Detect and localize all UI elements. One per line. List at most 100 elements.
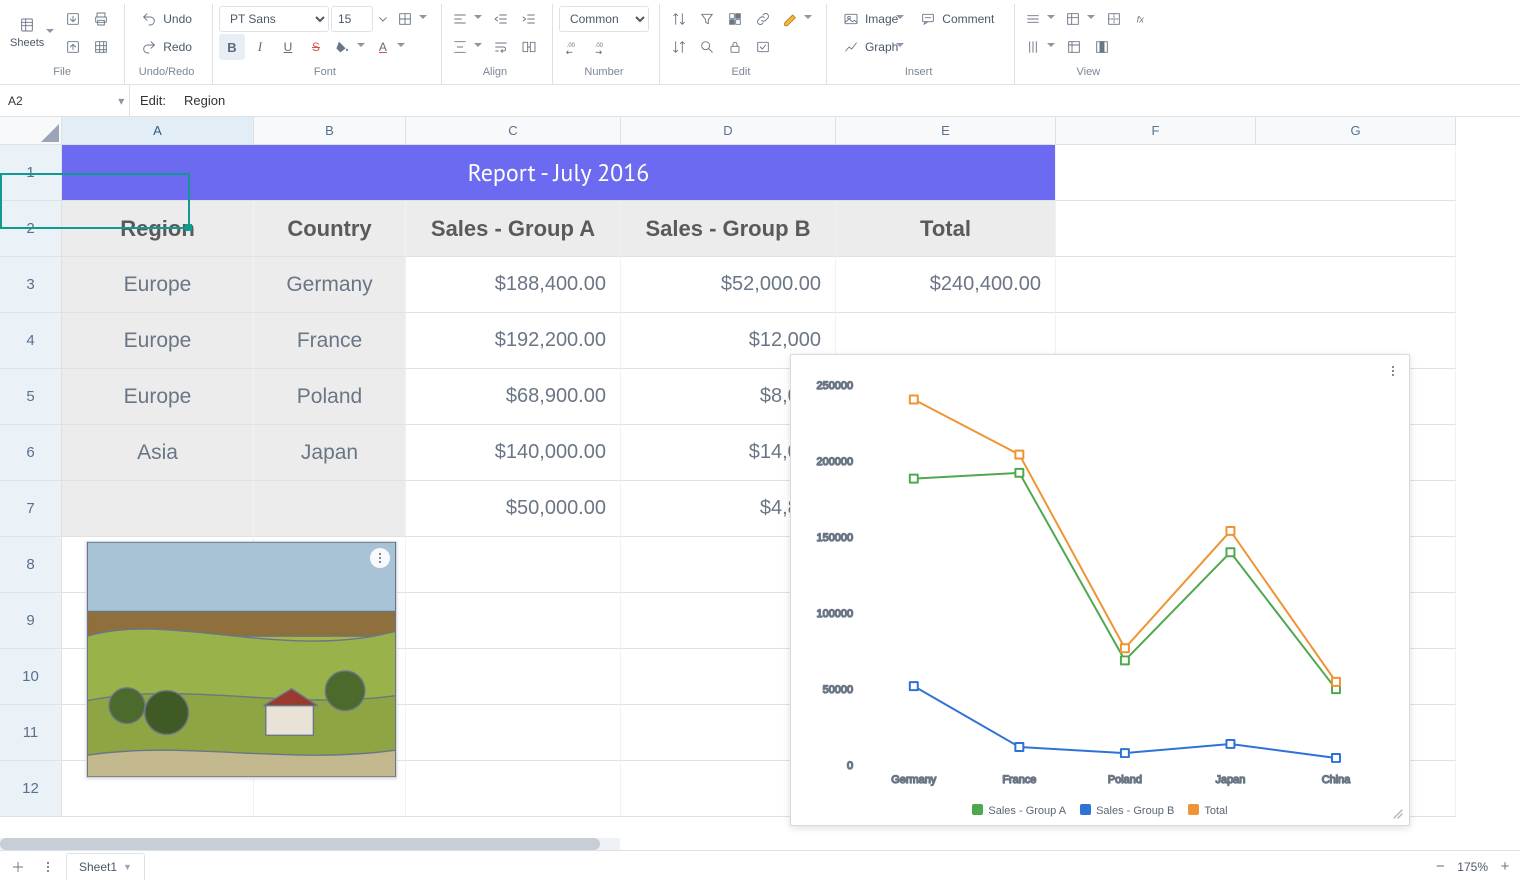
fill-color-button[interactable]	[331, 34, 369, 60]
col-header-G[interactable]: G	[1256, 117, 1456, 145]
zoom-out-button[interactable]: −	[1431, 858, 1449, 876]
cell[interactable]: France	[254, 313, 406, 369]
cell[interactable]: Japan	[254, 425, 406, 481]
insert-comment-button[interactable]: Comment	[910, 6, 1004, 32]
col-header-D[interactable]: D	[621, 117, 836, 145]
cell[interactable]	[62, 481, 254, 537]
indent-button[interactable]	[516, 6, 542, 32]
font-family-select[interactable]: PT Sans	[219, 6, 329, 32]
outdent-button[interactable]	[488, 6, 514, 32]
link-button[interactable]	[750, 6, 776, 32]
cell[interactable]: $52,000.00	[621, 257, 836, 313]
redo-button[interactable]: Redo	[131, 34, 202, 60]
add-sheet-button[interactable]	[6, 855, 30, 879]
merge-button[interactable]	[516, 34, 542, 60]
chart-menu-button[interactable]	[1385, 363, 1401, 382]
cell[interactable]: Sales - Group A	[406, 201, 621, 257]
cell[interactable]: $240,400.00	[836, 257, 1056, 313]
import-button[interactable]	[60, 6, 86, 32]
cell[interactable]	[254, 481, 406, 537]
formula-input[interactable]	[176, 85, 1520, 116]
row-header-3[interactable]: 3	[0, 257, 62, 313]
name-box[interactable]: ▾	[0, 85, 130, 116]
select-all-corner[interactable]	[0, 117, 62, 145]
cell[interactable]	[406, 649, 621, 705]
col-header-B[interactable]: B	[254, 117, 406, 145]
font-size-input[interactable]	[331, 6, 373, 32]
cell[interactable]: $50,000.00	[406, 481, 621, 537]
chart[interactable]: 050000100000150000200000250000GermanyFra…	[790, 354, 1410, 826]
cell[interactable]: Total	[836, 201, 1056, 257]
strike-button[interactable]: S	[303, 34, 329, 60]
freeze-button[interactable]	[1061, 6, 1099, 32]
filter-button[interactable]	[694, 6, 720, 32]
h-scroll-thumb[interactable]	[0, 838, 600, 850]
cell[interactable]	[406, 705, 621, 761]
sheet-tab-dd[interactable]: ▼	[123, 862, 132, 872]
inc-decimal-button[interactable]: .00	[559, 34, 585, 60]
cell[interactable]: Europe	[62, 313, 254, 369]
text-color-button[interactable]: A	[371, 34, 409, 60]
insert-graph-button[interactable]: Graph	[833, 34, 908, 60]
cell[interactable]	[406, 537, 621, 593]
rows-button[interactable]	[1021, 6, 1059, 32]
sheets-button[interactable]: Sheets	[10, 6, 58, 60]
row-header-7[interactable]: 7	[0, 481, 62, 537]
cell[interactable]: Report - July 2016	[62, 145, 1056, 201]
italic-button[interactable]: I	[247, 34, 273, 60]
col-header-C[interactable]: C	[406, 117, 621, 145]
cell[interactable]	[1056, 201, 1456, 257]
dec-decimal-button[interactable]: .00	[587, 34, 613, 60]
cell[interactable]	[406, 761, 621, 817]
cell[interactable]: $140,000.00	[406, 425, 621, 481]
underline-button[interactable]: U	[275, 34, 301, 60]
find-button[interactable]	[694, 34, 720, 60]
cell[interactable]: Country	[254, 201, 406, 257]
formula-icon-button[interactable]: fx	[1129, 6, 1155, 32]
clear-button[interactable]	[778, 6, 816, 32]
print-button[interactable]	[88, 6, 114, 32]
cell[interactable]: Region	[62, 201, 254, 257]
cell[interactable]: Europe	[62, 369, 254, 425]
wrap-button[interactable]	[488, 34, 514, 60]
sheets-menu-button[interactable]	[36, 855, 60, 879]
row-header-8[interactable]: 8	[0, 537, 62, 593]
headers-button[interactable]	[1061, 34, 1087, 60]
halign-button[interactable]	[448, 6, 486, 32]
cell[interactable]: Poland	[254, 369, 406, 425]
gridlines-button[interactable]	[1101, 6, 1127, 32]
cell[interactable]: Asia	[62, 425, 254, 481]
validate-button[interactable]	[750, 34, 776, 60]
number-format-select[interactable]: Common	[559, 6, 649, 32]
sheet-tab[interactable]: Sheet1▼	[66, 853, 145, 880]
lock-button[interactable]	[722, 34, 748, 60]
cols-button[interactable]	[1021, 34, 1059, 60]
row-header-4[interactable]: 4	[0, 313, 62, 369]
row-header-12[interactable]: 12	[0, 761, 62, 817]
image-menu-button[interactable]	[370, 548, 390, 568]
zoom-in-button[interactable]: +	[1496, 858, 1514, 876]
undo-button[interactable]: Undo	[131, 6, 202, 32]
borders-button[interactable]	[393, 6, 431, 32]
row-header-5[interactable]: 5	[0, 369, 62, 425]
sort-desc-button[interactable]	[666, 34, 692, 60]
font-size-dd[interactable]	[375, 6, 391, 32]
col-header-A[interactable]: A	[62, 117, 254, 145]
cell[interactable]	[1056, 145, 1456, 201]
row-header-6[interactable]: 6	[0, 425, 62, 481]
name-box-input[interactable]	[0, 85, 113, 116]
valign-button[interactable]	[448, 34, 486, 60]
row-header-2[interactable]: 2	[0, 201, 62, 257]
row-header-9[interactable]: 9	[0, 593, 62, 649]
grid-button[interactable]	[88, 34, 114, 60]
h-scrollbar[interactable]	[0, 838, 620, 850]
row-header-11[interactable]: 11	[0, 705, 62, 761]
insert-image-button[interactable]: Image	[833, 6, 908, 32]
cell[interactable]: Germany	[254, 257, 406, 313]
cell[interactable]	[1056, 257, 1456, 313]
col-header-F[interactable]: F	[1056, 117, 1256, 145]
sort-button[interactable]	[666, 6, 692, 32]
hide-button[interactable]	[1089, 34, 1115, 60]
row-header-1[interactable]: 1	[0, 145, 62, 201]
cell[interactable]: Sales - Group B	[621, 201, 836, 257]
